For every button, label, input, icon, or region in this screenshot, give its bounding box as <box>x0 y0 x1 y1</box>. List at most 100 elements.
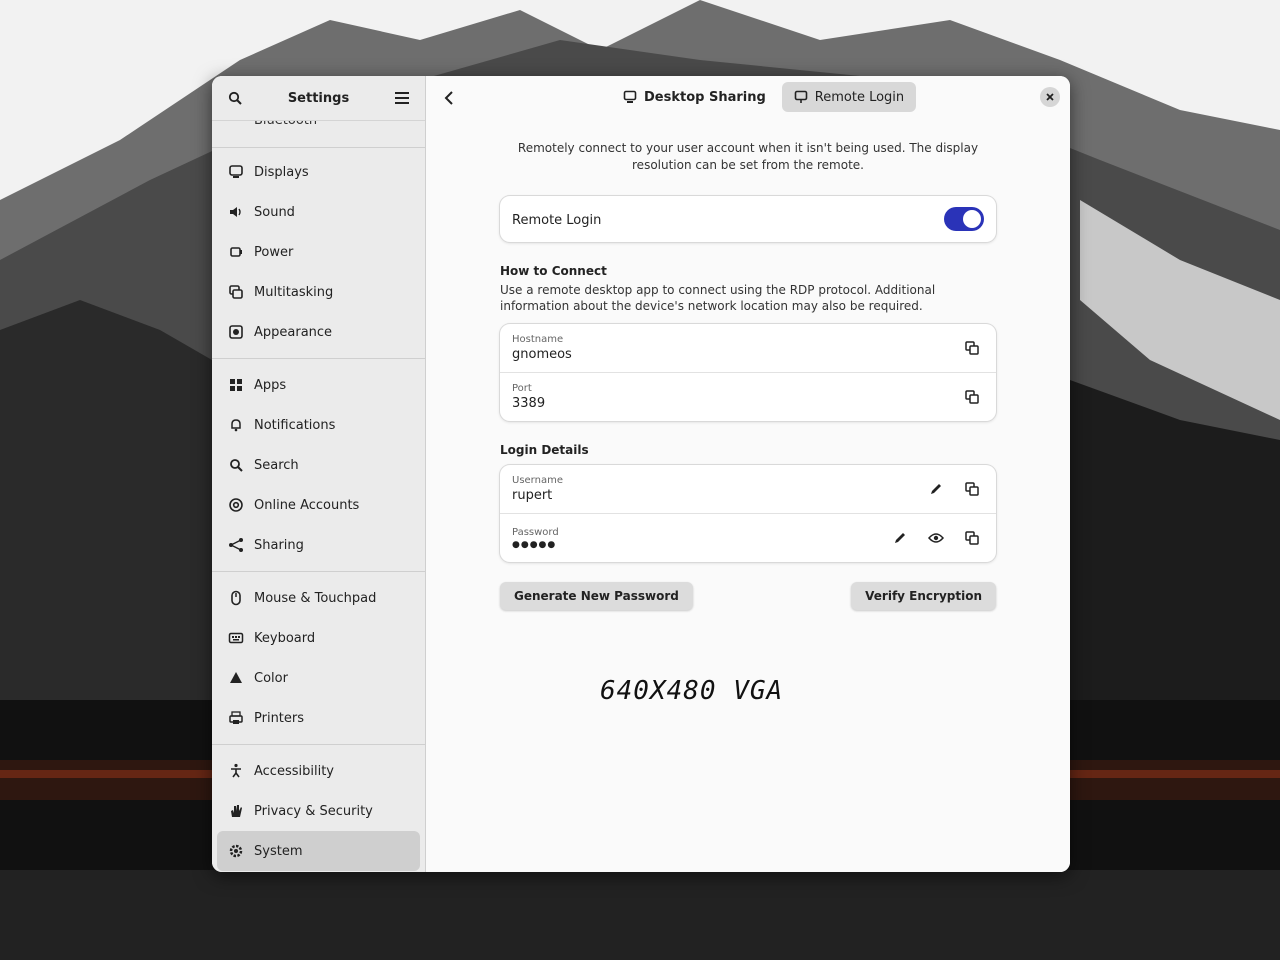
bell-icon <box>228 417 244 433</box>
sidebar-item-privacy-security[interactable]: Privacy & Security <box>212 791 425 831</box>
divider <box>212 358 425 359</box>
sidebar-item-multitasking[interactable]: Multitasking <box>212 272 425 312</box>
remote-login-switch[interactable] <box>944 207 984 231</box>
sidebar-item-label: Printers <box>254 710 305 726</box>
sidebar-item-label: Appearance <box>254 324 333 340</box>
sidebar-item-label: Online Accounts <box>254 497 360 513</box>
view-switcher: Desktop Sharing Remote Login <box>611 82 917 112</box>
sidebar-item-bluetooth[interactable]: Bluetooth <box>212 120 425 147</box>
sidebar-item-sound[interactable]: Sound <box>212 192 425 232</box>
multitasking-icon <box>228 284 244 300</box>
sidebar-item-label: Search <box>254 457 299 473</box>
accessibility-icon <box>228 763 244 779</box>
printer-icon <box>228 710 244 726</box>
copy-username-button[interactable] <box>960 477 984 501</box>
login-details-card: Username rupert Password ●●●●● <box>500 465 996 562</box>
copy-hostname-button[interactable] <box>960 336 984 360</box>
sidebar-item-label: Apps <box>254 377 287 393</box>
show-password-button[interactable] <box>924 526 948 550</box>
sidebar-item-label: Notifications <box>254 417 336 433</box>
sidebar: Settings Bluetooth Displays Sound Power Mul… <box>212 76 426 872</box>
sidebar-item-printers[interactable]: Printers <box>212 698 425 738</box>
sidebar-item-color[interactable]: Color <box>212 658 425 698</box>
sidebar-item-sharing[interactable]: Sharing <box>212 525 425 565</box>
copy-icon <box>965 341 979 355</box>
sidebar-item-online-accounts[interactable]: Online Accounts <box>212 485 425 525</box>
remote-icon <box>794 90 808 103</box>
sidebar-header: Settings <box>212 76 425 121</box>
tab-label: Remote Login <box>814 89 905 105</box>
appearance-icon <box>228 324 244 340</box>
sidebar-item-label: Accessibility <box>254 763 334 779</box>
pencil-icon <box>931 484 941 494</box>
search-icon <box>228 91 242 105</box>
chevron-left-icon <box>444 91 453 105</box>
hostname-row: Hostname gnomeos <box>500 324 996 372</box>
search-button[interactable] <box>222 85 248 111</box>
monitor-icon <box>623 90 637 103</box>
apps-icon <box>228 377 244 393</box>
edit-username-button[interactable] <box>924 477 948 501</box>
sidebar-item-label: Privacy & Security <box>254 803 373 819</box>
divider <box>212 744 425 745</box>
edit-password-button[interactable] <box>888 526 912 550</box>
copy-icon <box>965 390 979 404</box>
sidebar-list: Bluetooth Displays Sound Power Multitasking… <box>212 120 425 872</box>
sidebar-item-appearance[interactable]: Appearance <box>212 312 425 352</box>
sidebar-item-displays[interactable]: Displays <box>212 152 425 192</box>
verify-encryption-button[interactable]: Verify Encryption <box>851 582 996 610</box>
sidebar-title: Settings <box>287 90 350 106</box>
sidebar-item-mouse-touchpad[interactable]: Mouse & Touchpad <box>212 578 425 618</box>
password-row: Password ●●●●● <box>500 513 996 562</box>
generate-password-button[interactable]: Generate New Password <box>500 582 693 610</box>
menu-button[interactable] <box>389 85 415 111</box>
hamburger-icon <box>395 92 409 104</box>
back-button[interactable] <box>436 85 462 111</box>
sidebar-item-label: Color <box>254 670 288 686</box>
sidebar-item-label: Sound <box>254 204 295 220</box>
main-header: Desktop Sharing Remote Login <box>426 76 1070 120</box>
sidebar-item-notifications[interactable]: Notifications <box>212 405 425 445</box>
sidebar-item-apps[interactable]: Apps <box>212 365 425 405</box>
main-panel: Desktop Sharing Remote Login Remotely co… <box>426 76 1070 872</box>
copy-password-button[interactable] <box>960 526 984 550</box>
divider <box>212 571 425 572</box>
sidebar-item-system[interactable]: System <box>217 831 420 871</box>
username-label: Username <box>512 475 563 486</box>
sidebar-item-search[interactable]: Search <box>212 445 425 485</box>
sidebar-item-keyboard[interactable]: Keyboard <box>212 618 425 658</box>
password-value: ●●●●● <box>512 539 557 550</box>
how-to-connect-title: How to Connect <box>500 264 607 278</box>
mouse-icon <box>228 590 244 606</box>
hostname-value: gnomeos <box>512 347 572 362</box>
hand-icon <box>228 803 244 819</box>
tab-desktop-sharing[interactable]: Desktop Sharing <box>611 82 778 112</box>
sidebar-item-label: Multitasking <box>254 284 334 300</box>
sidebar-item-power[interactable]: Power <box>212 232 425 272</box>
eye-icon <box>928 533 944 543</box>
sidebar-item-accessibility[interactable]: Accessibility <box>212 751 425 791</box>
color-icon <box>228 670 244 686</box>
connection-card: Hostname gnomeos Port 3389 <box>500 324 996 421</box>
close-icon <box>1046 93 1054 101</box>
port-row: Port 3389 <box>500 372 996 421</box>
remote-login-page: Remotely connect to your user account wh… <box>500 136 996 610</box>
copy-icon <box>965 531 979 545</box>
username-value: rupert <box>512 488 553 503</box>
switch-knob <box>963 210 981 228</box>
pencil-icon <box>895 533 905 543</box>
button-row: Generate New Password Verify Encryption <box>500 582 996 610</box>
login-details-title: Login Details <box>500 443 589 457</box>
remote-login-card: Remote Login <box>500 196 996 242</box>
sidebar-item-label: Keyboard <box>254 630 316 646</box>
tab-remote-login[interactable]: Remote Login <box>781 82 917 112</box>
password-label: Password <box>512 526 559 538</box>
power-icon <box>228 244 244 260</box>
copy-port-button[interactable] <box>960 385 984 409</box>
tab-label: Desktop Sharing <box>644 89 766 105</box>
share-icon <box>228 537 244 553</box>
close-button[interactable] <box>1040 87 1060 107</box>
sidebar-item-label: Displays <box>254 164 309 180</box>
keyboard-icon <box>228 630 244 646</box>
search-icon <box>228 457 244 473</box>
